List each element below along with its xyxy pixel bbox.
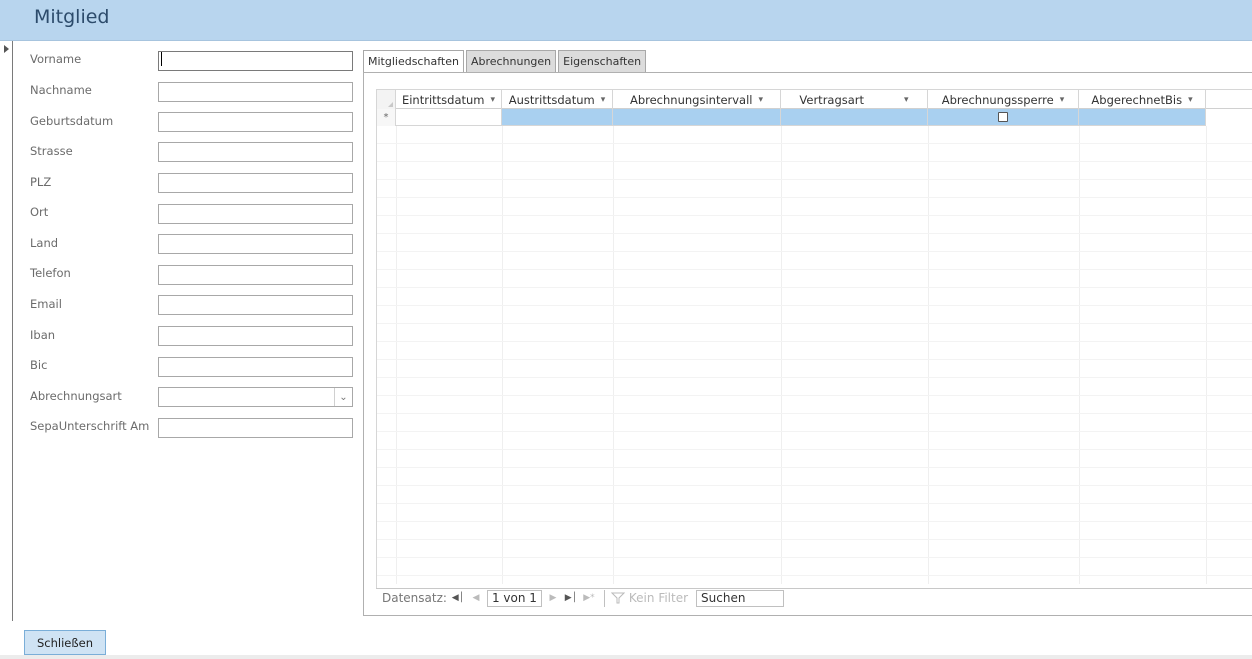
cell-abrechnungsintervall[interactable]: [613, 109, 781, 126]
sort-arrow-icon[interactable]: ▾: [491, 95, 496, 105]
sort-arrow-icon[interactable]: ▾: [759, 95, 764, 105]
record-label: Datensatz:: [382, 591, 447, 605]
cell-eintrittsdatum[interactable]: [396, 109, 502, 126]
abrechnungsart-combo[interactable]: [158, 387, 353, 407]
current-record-arrow-icon: [4, 45, 9, 53]
record-selector[interactable]: [0, 41, 13, 621]
telefon-field[interactable]: [158, 265, 353, 285]
label-nachname: Nachname: [30, 83, 92, 97]
sort-arrow-icon[interactable]: ▾: [904, 95, 909, 105]
geburtsdatum-field[interactable]: [158, 112, 353, 132]
grid-header: Eintrittsdatum ▾ Austrittsdatum ▾ Abrechnu…: [377, 90, 1252, 109]
tab-strip: Mitgliedschaften Abrechnungen Eigenschaf…: [363, 50, 648, 74]
next-record-icon[interactable]: ▶: [546, 593, 560, 603]
label-abrechnungsart: Abrechnungsart: [30, 389, 122, 403]
col-label: Eintrittsdatum: [401, 92, 485, 107]
empty-grid-lines: [377, 126, 1252, 584]
text-cursor: [161, 52, 162, 66]
label-strasse: Strasse: [30, 144, 73, 158]
cell-austrittsdatum[interactable]: [502, 109, 613, 126]
new-record-icon[interactable]: ▶*: [582, 593, 596, 603]
cell-abgerechnetbis[interactable]: [1079, 109, 1206, 126]
label-email: Email: [30, 297, 62, 311]
label-vorname: Vorname: [30, 52, 82, 66]
col-label: Vertragsart: [799, 92, 865, 107]
search-input[interactable]: Suchen: [696, 589, 785, 607]
bic-field[interactable]: [158, 357, 353, 377]
record-navigation-bar: Datensatz: ◀│ ◀ 1 von 1 ▶ ▶│ ▶* Kein Fil…: [376, 588, 1252, 607]
tab-mitgliedschaften[interactable]: Mitgliedschaften: [363, 50, 464, 74]
col-abrechnungssperre[interactable]: Abrechnungssperre ▾: [928, 90, 1079, 109]
label-geburtsdatum: Geburtsdatum: [30, 114, 114, 128]
tab-panel: Eintrittsdatum ▾ Austrittsdatum ▾ Abrechnu…: [363, 72, 1252, 616]
cell-abrechnungssperre[interactable]: [928, 109, 1079, 126]
abrechnungssperre-checkbox[interactable]: [998, 112, 1008, 122]
label-iban: Iban: [30, 328, 56, 342]
col-vertragsart[interactable]: Vertragsart ▾: [781, 90, 928, 109]
col-abgerechnetbis[interactable]: AbgerechnetBis ▾: [1079, 90, 1206, 109]
nachname-field[interactable]: [158, 82, 353, 102]
record-position-field[interactable]: 1 von 1: [486, 589, 542, 607]
col-label: Austrittsdatum: [508, 92, 595, 107]
first-record-icon[interactable]: ◀│: [451, 593, 465, 603]
label-plz: PLZ: [30, 175, 52, 189]
label-land: Land: [30, 236, 59, 250]
select-all-corner[interactable]: [377, 90, 396, 109]
col-label: Abrechnungssperre: [941, 92, 1054, 107]
land-field[interactable]: [158, 234, 353, 254]
title-bar: Mitglied: [0, 0, 1252, 41]
col-eintrittsdatum[interactable]: Eintrittsdatum ▾: [396, 90, 502, 109]
previous-record-icon[interactable]: ◀: [469, 593, 483, 603]
strasse-field[interactable]: [158, 142, 353, 162]
chevron-down-icon[interactable]: ⌄: [334, 388, 352, 406]
label-telefon: Telefon: [30, 266, 71, 280]
datasheet-grid: Eintrittsdatum ▾ Austrittsdatum ▾ Abrechnu…: [376, 89, 1252, 601]
last-record-icon[interactable]: ▶│: [564, 593, 578, 603]
col-abrechnungsintervall[interactable]: Abrechnungsintervall ▾: [613, 90, 781, 109]
filter-label: Kein Filter: [628, 591, 689, 605]
vorname-field[interactable]: [158, 51, 353, 71]
filter-toggle[interactable]: Kein Filter: [603, 589, 689, 607]
sepa-unterschrift-field[interactable]: [158, 418, 353, 438]
iban-field[interactable]: [158, 326, 353, 346]
label-ort: Ort: [30, 205, 49, 219]
tab-abrechnungen[interactable]: Abrechnungen: [465, 50, 557, 73]
ort-field[interactable]: [158, 204, 353, 224]
sort-arrow-icon[interactable]: ▾: [1060, 95, 1065, 105]
label-sepa-unterschrift: SepaUnterschrift Am: [30, 419, 150, 433]
email-field[interactable]: [158, 295, 353, 315]
new-record-marker[interactable]: *: [377, 109, 396, 126]
col-label: AbgerechnetBis: [1091, 92, 1183, 107]
col-label: Abrechnungsintervall: [629, 92, 753, 107]
tab-eigenschaften[interactable]: Eigenschaften: [558, 50, 647, 73]
new-record-row[interactable]: *: [377, 109, 1206, 126]
close-button[interactable]: Schließen: [24, 630, 106, 655]
sort-arrow-icon[interactable]: ▾: [1188, 95, 1193, 105]
sort-arrow-icon[interactable]: ▾: [601, 95, 606, 105]
plz-field[interactable]: [158, 173, 353, 193]
cell-vertragsart[interactable]: [781, 109, 928, 126]
label-bic: Bic: [30, 358, 48, 372]
col-austrittsdatum[interactable]: Austrittsdatum ▾: [502, 90, 613, 109]
form-title: Mitglied: [34, 6, 110, 28]
status-strip: [0, 655, 1252, 659]
filter-icon: [610, 592, 625, 604]
